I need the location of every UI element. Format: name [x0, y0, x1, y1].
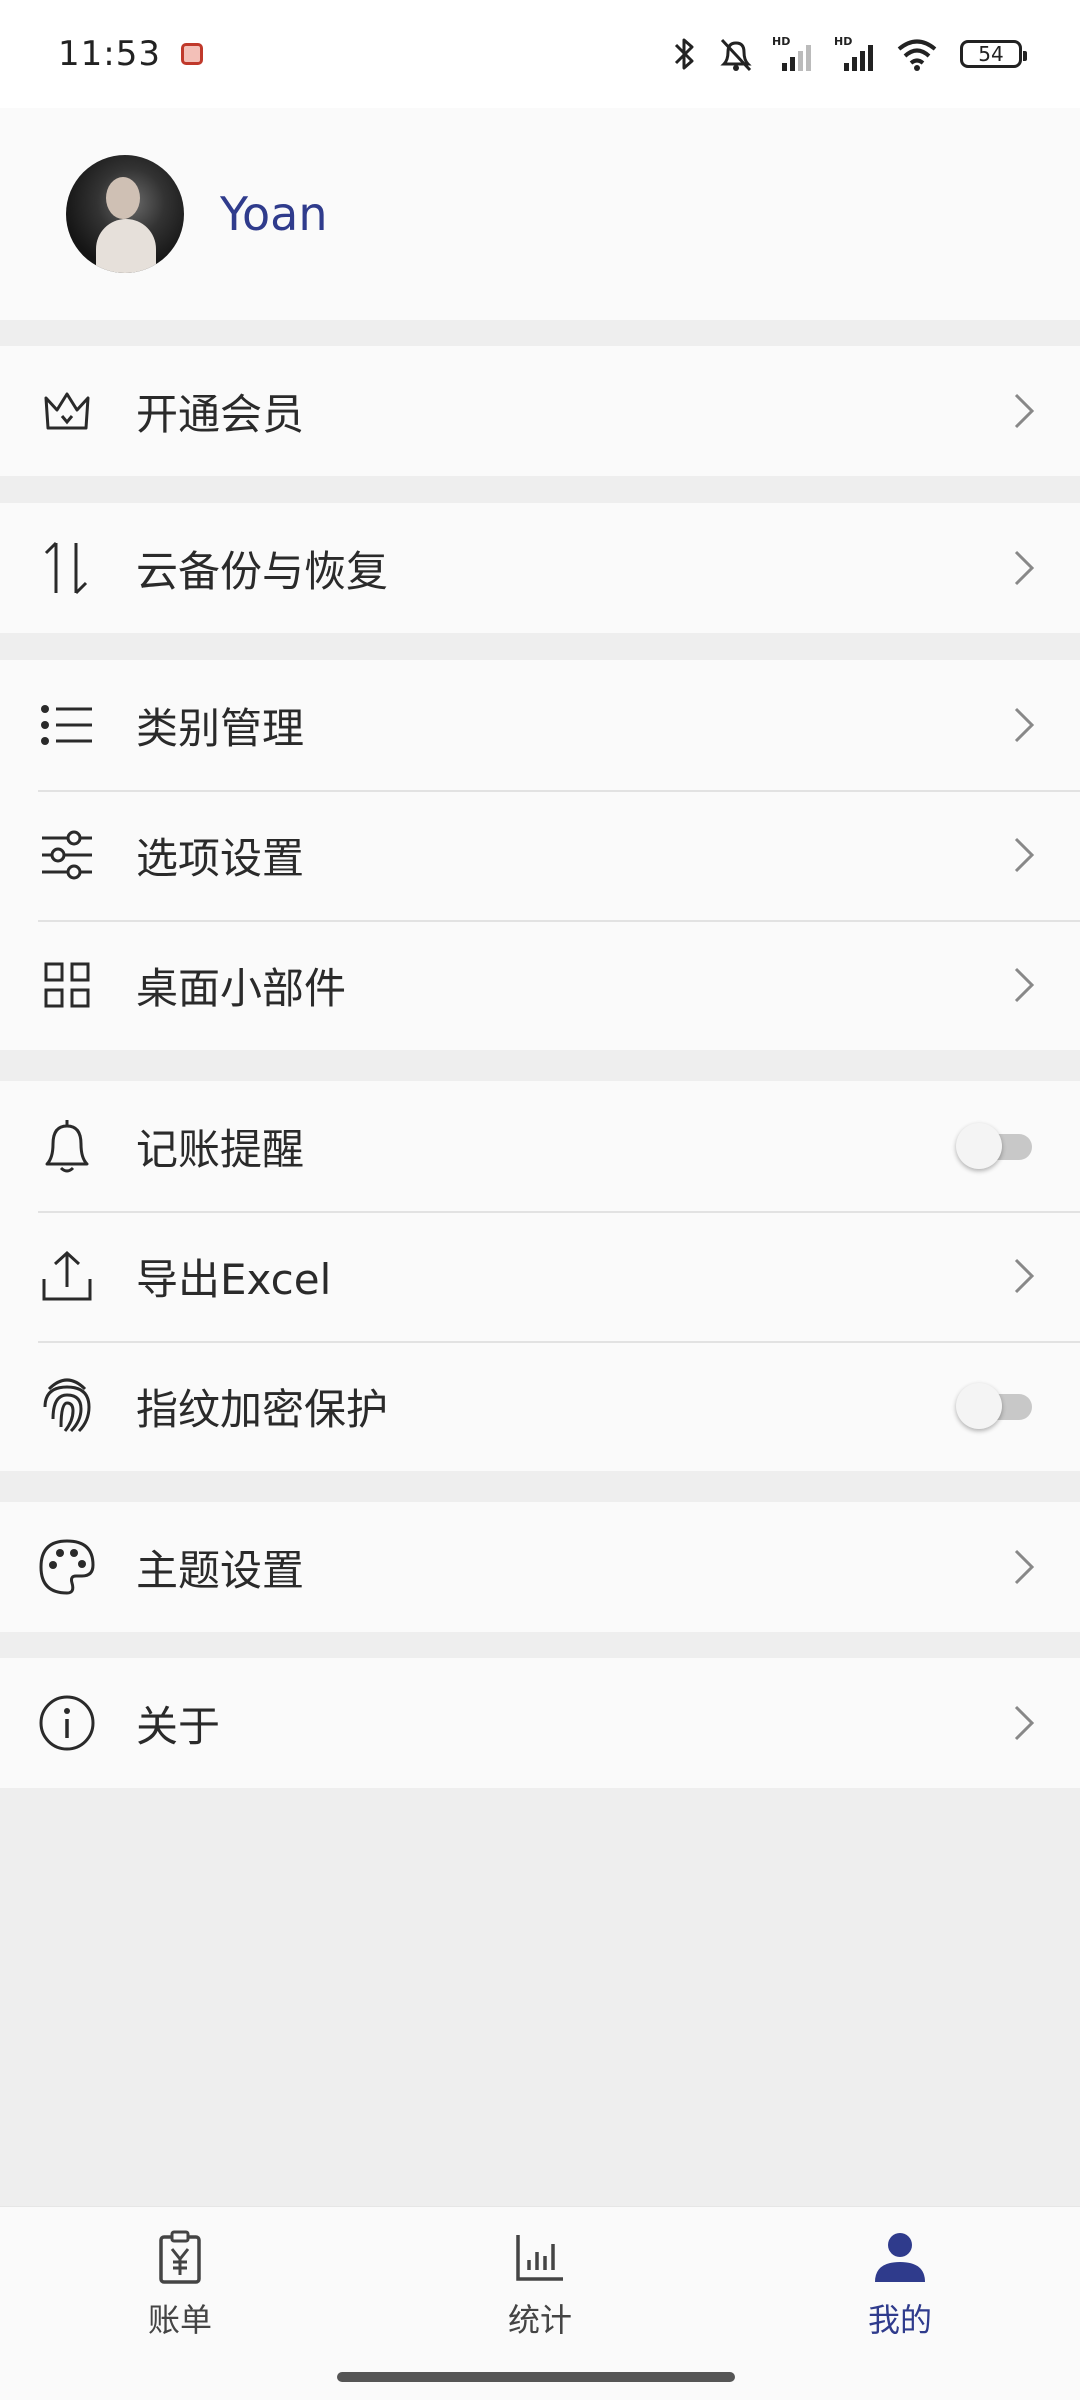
hd-signal-icon-2: HD [834, 35, 873, 71]
fingerprint-toggle[interactable] [956, 1383, 1036, 1429]
menu-item-label: 关于 [136, 1701, 221, 1751]
status-bar: 11:53 HD HD 54 [0, 0, 1080, 108]
chevron-right-icon [1004, 548, 1044, 588]
menu-item-label: 指纹加密保护 [136, 1384, 389, 1434]
menu-item-label: 桌面小部件 [136, 963, 347, 1013]
menu-item-label: 导出Excel [136, 1254, 332, 1304]
menu-item-reminder[interactable]: 记账提醒 [0, 1081, 1080, 1211]
menu-item-label: 主题设置 [136, 1545, 305, 1595]
menu-group-theme: 主题设置 [0, 1502, 1080, 1632]
chevron-right-icon [1004, 835, 1044, 875]
bell-icon [38, 1117, 96, 1175]
menu-item-category-manage[interactable]: 类别管理 [0, 660, 1080, 790]
nav-item-mine[interactable]: 我的 [720, 2207, 1080, 2400]
chevron-right-icon [1004, 705, 1044, 745]
hd-signal-icon: HD [772, 35, 811, 71]
fingerprint-icon [38, 1377, 96, 1435]
sliders-icon [38, 826, 96, 884]
svg-text:HD: HD [772, 35, 790, 48]
grid-icon [38, 956, 96, 1014]
menu-group-about: 关于 [0, 1658, 1080, 1788]
chevron-right-icon [1004, 965, 1044, 1005]
menu-group-tools: 记账提醒 导出Excel 指纹加密保护 [0, 1081, 1080, 1471]
home-indicator[interactable] [337, 2372, 735, 2382]
menu-item-membership[interactable]: 开通会员 [0, 346, 1080, 476]
menu-item-theme[interactable]: 主题设置 [0, 1502, 1080, 1632]
menu-item-label: 选项设置 [136, 833, 305, 883]
wifi-icon [897, 39, 937, 71]
menu-item-label: 开通会员 [136, 389, 305, 439]
menu-item-label: 云备份与恢复 [136, 546, 389, 596]
upload-icon [38, 1247, 96, 1305]
menu-item-cloud-backup[interactable]: 云备份与恢复 [0, 503, 1080, 633]
nav-item-bills[interactable]: 账单 [0, 2207, 360, 2400]
profile-name: Yoan [220, 187, 328, 241]
sync-arrows-icon [38, 539, 96, 597]
svg-text:HD: HD [834, 35, 852, 48]
bluetooth-icon [674, 38, 694, 70]
profile-header[interactable]: Yoan [0, 108, 1080, 320]
crown-icon [38, 382, 96, 440]
info-icon [38, 1694, 96, 1752]
chevron-right-icon [1004, 1547, 1044, 1587]
menu-item-label: 类别管理 [136, 703, 305, 753]
menu-item-option-settings[interactable]: 选项设置 [0, 790, 1080, 920]
nav-label: 统计 [507, 2301, 572, 2339]
app-notification-icon [180, 43, 203, 65]
menu-item-label: 记账提醒 [136, 1124, 305, 1174]
status-time: 11:53 [58, 34, 161, 74]
battery-level: 54 [978, 42, 1004, 66]
palette-icon [38, 1538, 96, 1596]
menu-item-fingerprint[interactable]: 指纹加密保护 [0, 1341, 1080, 1471]
chevron-right-icon [1004, 1256, 1044, 1296]
menu-item-widgets[interactable]: 桌面小部件 [0, 920, 1080, 1050]
nav-label: 我的 [867, 2301, 932, 2339]
person-icon [872, 2229, 928, 2285]
menu-group-settings: 类别管理 选项设置 桌面小部件 [0, 660, 1080, 1050]
battery-icon: 54 [960, 40, 1027, 68]
bar-chart-icon [512, 2229, 568, 2285]
menu-item-about[interactable]: 关于 [0, 1658, 1080, 1788]
chevron-right-icon [1004, 1703, 1044, 1743]
nav-label: 账单 [147, 2301, 212, 2339]
reminder-toggle[interactable] [956, 1123, 1036, 1169]
alarm-off-icon [720, 38, 752, 72]
chevron-right-icon [1004, 391, 1044, 431]
avatar[interactable] [66, 155, 184, 273]
bill-icon [152, 2229, 208, 2285]
menu-group-backup: 云备份与恢复 [0, 503, 1080, 633]
bottom-nav: 账单 统计 我的 [0, 2206, 1080, 2400]
screen: 11:53 HD HD 54 Yoan 开通会员 云备份与恢复 类别管理 选项设… [0, 0, 1080, 2400]
menu-group-membership: 开通会员 [0, 346, 1080, 476]
status-icons: HD HD 54 [670, 34, 1027, 74]
list-icon [38, 696, 96, 754]
menu-item-export-excel[interactable]: 导出Excel [0, 1211, 1080, 1341]
